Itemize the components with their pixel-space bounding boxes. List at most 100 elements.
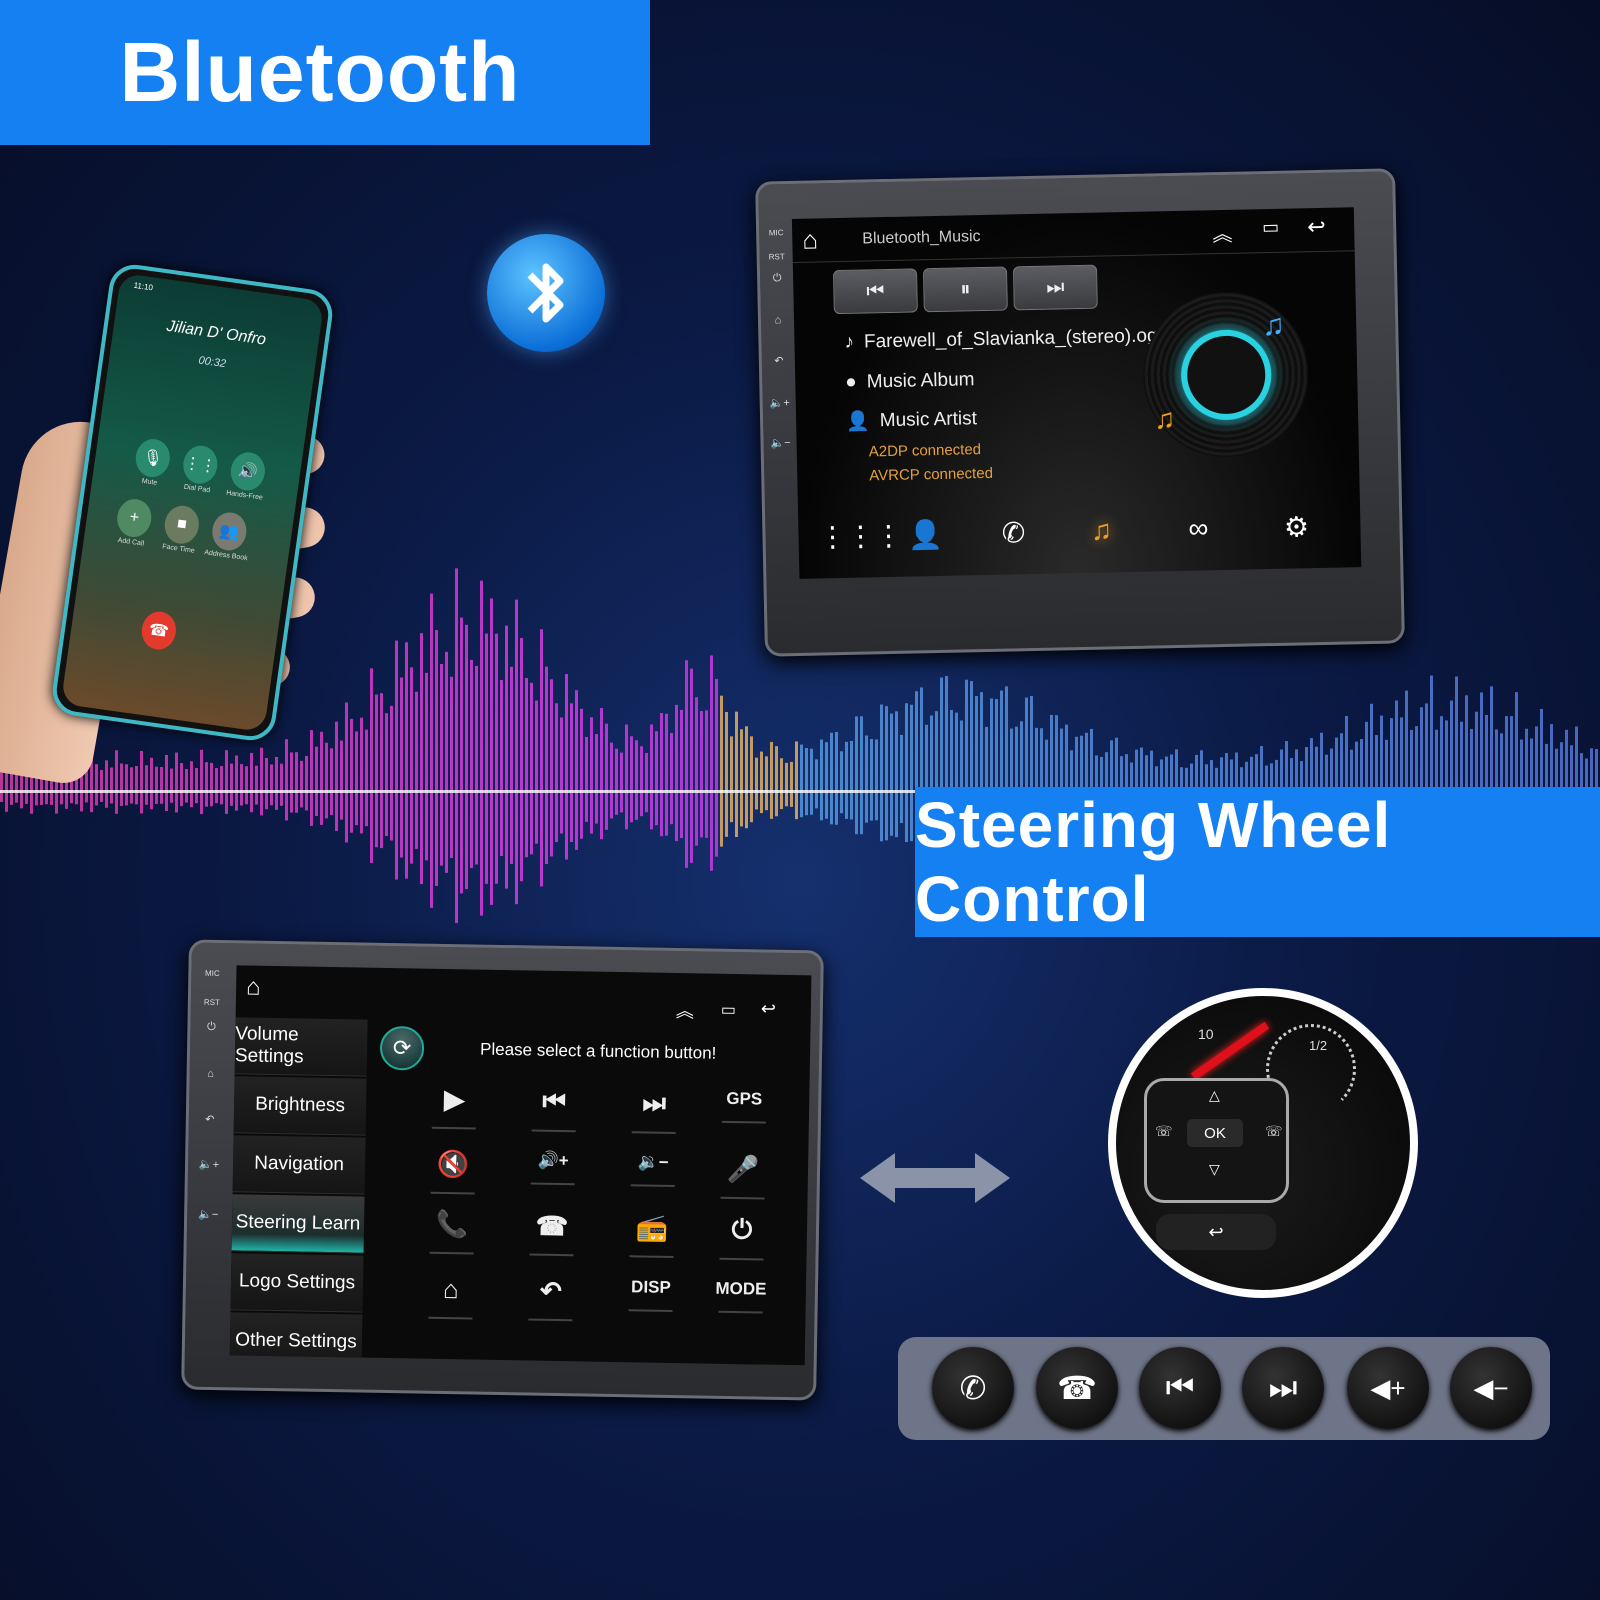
function-button[interactable]: ▶ — [424, 1084, 485, 1116]
volume-up-icon[interactable]: 🔈+ — [194, 1158, 224, 1172]
waveform-bar — [320, 731, 323, 825]
steering-wheel-control-banner: Steering Wheel Control — [915, 787, 1600, 937]
contacts-icon[interactable]: 👤 — [905, 518, 946, 552]
bluetooth-icon — [487, 234, 605, 352]
waveform-bar — [855, 716, 858, 835]
menu-navigation[interactable]: Navigation — [232, 1135, 366, 1195]
waveform-bar — [410, 667, 413, 864]
waveform-bar — [260, 747, 263, 816]
volume-down-icon[interactable]: 🔈− — [765, 436, 795, 450]
waveform-bar — [810, 748, 813, 815]
volume-up-icon[interactable]: 🔈+ — [765, 396, 795, 410]
waveform-bar — [630, 736, 633, 823]
function-button[interactable]: ⏮ — [524, 1085, 585, 1118]
face-time-button[interactable]: ■ — [162, 503, 202, 546]
waveform-bar — [305, 755, 308, 811]
recent-apps-icon[interactable]: ▭ — [721, 1000, 736, 1020]
steering-control-pad: △ OK ☏ ☏ ▽ — [1144, 1078, 1289, 1203]
waveform-bar — [600, 708, 603, 840]
music-note-icon: ♫ — [1153, 403, 1176, 435]
waveform-bar — [230, 763, 233, 806]
previous-button[interactable]: ⏮ — [832, 268, 918, 315]
menu-other-settings[interactable]: Other Settings — [229, 1312, 363, 1366]
function-button[interactable]: ⌂ — [421, 1274, 482, 1306]
function-button[interactable]: ☎ — [522, 1210, 583, 1242]
waveform-bar — [685, 660, 688, 868]
hands-free-button[interactable]: 🔊 — [228, 450, 268, 493]
mute-button[interactable]: 🎙 — [133, 436, 173, 480]
function-button[interactable]: ⏭ — [624, 1087, 685, 1120]
add-call-button[interactable]: + — [114, 496, 154, 540]
waveform-bar — [280, 763, 283, 806]
waveform-bar — [585, 736, 588, 822]
waveform-bar — [780, 758, 783, 810]
phone-icon: ☏ — [1155, 1123, 1173, 1139]
waveform-bar — [240, 764, 243, 806]
menu-logo-settings[interactable]: Logo Settings — [230, 1253, 364, 1313]
waveform-bar — [495, 633, 498, 884]
waveform-bar — [225, 750, 228, 814]
back-icon[interactable]: ↩ — [761, 998, 776, 1019]
waveform-bar — [905, 703, 908, 843]
function-button[interactable]: 📻 — [622, 1212, 683, 1244]
function-button[interactable]: ⏻ — [712, 1214, 773, 1247]
expand-up-icon[interactable]: ︽ — [1212, 218, 1233, 247]
waveform-bar — [465, 624, 468, 890]
avrcp-status: AVRCP connected — [869, 464, 994, 485]
dialpad-icon[interactable]: ⋮⋮⋮ — [818, 520, 903, 554]
power-icon[interactable]: ⏻ — [196, 1021, 226, 1035]
menu-steering-learn[interactable]: Steering Learn — [231, 1194, 365, 1254]
dial-pad-button[interactable]: ⋮⋮ — [180, 443, 220, 486]
pause-button[interactable]: ⏸ — [922, 266, 1008, 313]
function-button[interactable]: MODE — [711, 1279, 771, 1300]
recent-apps-icon[interactable]: ▭ — [1262, 217, 1279, 238]
waveform-bar — [680, 709, 683, 839]
refresh-button[interactable]: ⟳ — [379, 1025, 425, 1071]
function-button[interactable]: ↶ — [521, 1275, 582, 1307]
address-book-button[interactable]: 👥 — [209, 510, 249, 553]
call-log-icon[interactable]: ✆ — [993, 516, 1034, 550]
waveform-bar — [545, 666, 548, 865]
waveform-bar — [445, 651, 448, 873]
settings-icon[interactable]: ⚙ — [1276, 510, 1317, 544]
power-icon[interactable]: ⏻ — [762, 272, 792, 286]
function-button[interactable]: 🔊+ — [523, 1150, 583, 1171]
waveform-bar — [250, 752, 253, 813]
function-button[interactable]: 🔉− — [623, 1152, 683, 1173]
waveform-bar — [490, 598, 493, 905]
steering-wheel-photo: 10 1/2 △ OK ☏ ☏ ▽ ↩ — [1108, 988, 1418, 1298]
waveform-bar — [370, 668, 373, 863]
function-button[interactable]: 📞 — [422, 1209, 483, 1241]
waveform-bar — [485, 633, 488, 884]
waveform-bar — [430, 593, 433, 908]
music-icon[interactable]: ♫ — [1081, 514, 1122, 547]
function-button[interactable]: 🎤 — [713, 1154, 774, 1186]
hang-up-button[interactable]: ☎ — [139, 609, 179, 652]
back-icon[interactable]: ↩ — [1307, 214, 1326, 240]
link-icon[interactable]: ∞ — [1178, 512, 1219, 545]
expand-up-icon[interactable]: ︽ — [676, 997, 694, 1023]
function-button[interactable]: DISP — [621, 1277, 681, 1298]
menu-volume-settings[interactable]: Volume Settings — [234, 1017, 368, 1077]
head-unit-top: MIC RST ⏻ ⌂ ↶ 🔈+ 🔈− ⌂ Bluetooth_Music ︽ … — [755, 168, 1405, 657]
next-button[interactable]: ⏭ — [1012, 264, 1098, 311]
back-icon[interactable]: ↶ — [195, 1113, 225, 1127]
home-icon[interactable]: ⌂ — [246, 974, 261, 1002]
volume-down-icon[interactable]: 🔈− — [193, 1208, 223, 1222]
back-icon[interactable]: ↶ — [764, 354, 794, 368]
waveform-bar — [570, 703, 573, 843]
waveform-bar — [575, 690, 578, 850]
waveform-bar — [700, 711, 703, 838]
function-button[interactable]: 🔇 — [423, 1149, 484, 1181]
menu-brightness[interactable]: Brightness — [233, 1076, 367, 1136]
home-icon[interactable]: ⌂ — [196, 1068, 226, 1081]
bluetooth-banner: Bluetooth — [0, 0, 650, 145]
waveform-bar — [115, 750, 118, 814]
address-book-label: Address Book — [203, 549, 248, 563]
function-button[interactable]: GPS — [714, 1089, 774, 1110]
home-icon[interactable]: ⌂ — [763, 314, 793, 327]
waveform-bar — [335, 721, 338, 831]
waveform-bar — [350, 718, 353, 833]
waveform-bar — [845, 741, 848, 819]
home-icon[interactable]: ⌂ — [802, 224, 818, 255]
